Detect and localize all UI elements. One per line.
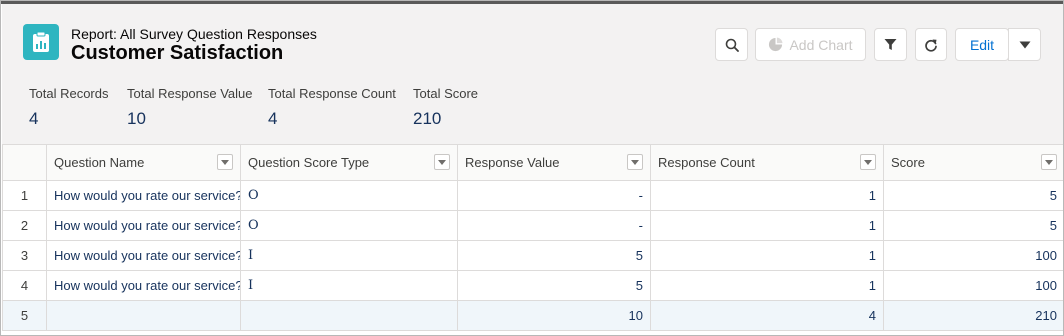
refresh-button[interactable] (915, 28, 947, 61)
cell-question-name (46, 300, 241, 331)
row-number: 4 (2, 270, 47, 301)
page-title: Customer Satisfaction (71, 42, 284, 64)
column-header-label: Response Value (465, 155, 560, 170)
cell-question-name[interactable]: How would you rate our service? (46, 210, 241, 241)
metric-total-records: Total Records 4 (29, 86, 108, 129)
cell-response-count[interactable]: 1 (650, 210, 884, 241)
more-actions-button[interactable] (1008, 28, 1041, 61)
cell-question-score-type (240, 300, 458, 331)
row-number: 1 (2, 180, 47, 211)
column-header-label: Response Count (658, 155, 755, 170)
filter-button[interactable] (874, 28, 907, 61)
search-icon (725, 38, 739, 52)
chevron-down-icon (864, 159, 872, 165)
cell-response-count[interactable]: 1 (650, 240, 884, 271)
column-menu-button[interactable] (1041, 154, 1057, 170)
metric-total-response-value: Total Response Value 10 (127, 86, 253, 129)
chevron-down-icon (1019, 41, 1030, 48)
metric-label: Total Response Value (127, 86, 253, 101)
chevron-down-icon (438, 159, 446, 165)
metric-label: Total Records (29, 86, 109, 101)
report-header: Report: All Survey Question Responses Cu… (2, 4, 1063, 74)
cell-response-value[interactable]: 5 (457, 240, 651, 271)
report-clipboard-icon (23, 24, 59, 60)
cell-total-score: 210 (883, 300, 1063, 331)
chart-icon (769, 37, 783, 52)
cell-response-count[interactable]: 1 (650, 180, 884, 211)
column-header-question-name[interactable]: Question Name (46, 144, 241, 181)
cell-question-name[interactable]: How would you rate our service? (46, 270, 241, 301)
column-header-score[interactable]: Score (883, 144, 1063, 181)
metric-label: Total Response Count (268, 86, 396, 101)
cell-question-score-type[interactable]: O (240, 210, 458, 241)
search-button[interactable] (715, 28, 748, 61)
edit-button[interactable]: Edit (955, 28, 1009, 61)
row-number: 5 (2, 300, 47, 331)
metric-value: 210 (413, 109, 442, 128)
metric-value: 4 (268, 109, 278, 128)
column-menu-button[interactable] (434, 154, 450, 170)
metric-value: 10 (127, 109, 146, 128)
add-chart-button[interactable]: Add Chart (755, 28, 866, 61)
cell-response-value[interactable]: 5 (457, 270, 651, 301)
column-header-response-value[interactable]: Response Value (457, 144, 651, 181)
table-row: 3 How would you rate our service? I 5 1 … (2, 240, 1063, 271)
table-row: 1 How would you rate our service? O - 1 … (2, 180, 1063, 211)
cell-question-score-type[interactable]: I (240, 270, 458, 301)
table-header-row: Question Name Question Score Type Respon… (2, 144, 1063, 181)
refresh-icon (925, 39, 937, 52)
add-chart-label: Add Chart (789, 36, 853, 53)
row-number: 2 (2, 210, 47, 241)
cell-score[interactable]: 5 (883, 210, 1063, 241)
row-number-header (2, 144, 47, 181)
cell-response-value[interactable]: - (457, 180, 651, 211)
metric-label: Total Score (413, 86, 479, 101)
cell-question-name[interactable]: How would you rate our service? (46, 180, 241, 211)
cell-total-response-count: 4 (650, 300, 884, 331)
column-header-response-count[interactable]: Response Count (650, 144, 884, 181)
metric-total-response-count: Total Response Count 4 (268, 86, 396, 129)
column-header-question-score-type[interactable]: Question Score Type (240, 144, 458, 181)
column-menu-button[interactable] (217, 154, 233, 170)
cell-score[interactable]: 100 (883, 270, 1063, 301)
table-row: 4 How would you rate our service? I 5 1 … (2, 270, 1063, 301)
column-header-label: Question Score Type (248, 155, 370, 170)
summary-bar: Total Records 4 Total Response Value 10 … (2, 74, 1063, 144)
column-menu-button[interactable] (627, 154, 643, 170)
table-total-row: 5 10 4 210 (2, 300, 1063, 331)
chevron-down-icon (631, 159, 639, 165)
report-type-label: Report: All Survey Question Responses (71, 26, 317, 42)
cell-question-score-type[interactable]: O (240, 180, 458, 211)
metric-total-score: Total Score 210 (413, 86, 478, 129)
cell-total-response-value: 10 (457, 300, 651, 331)
cell-score[interactable]: 100 (883, 240, 1063, 271)
filter-icon (884, 39, 897, 50)
metric-value: 4 (29, 109, 39, 128)
cell-question-name[interactable]: How would you rate our service? (46, 240, 241, 271)
column-header-label: Question Name (54, 155, 145, 170)
column-header-label: Score (891, 155, 925, 170)
chevron-down-icon (1045, 159, 1053, 165)
cell-score[interactable]: 5 (883, 180, 1063, 211)
report-table: Question Name Question Score Type Respon… (2, 144, 1063, 331)
table-row: 2 How would you rate our service? O - 1 … (2, 210, 1063, 241)
column-menu-button[interactable] (860, 154, 876, 170)
cell-response-value[interactable]: - (457, 210, 651, 241)
cell-question-score-type[interactable]: I (240, 240, 458, 271)
row-number: 3 (2, 240, 47, 271)
report-view: Report: All Survey Question Responses Cu… (0, 0, 1064, 336)
chevron-down-icon (221, 159, 229, 165)
cell-response-count[interactable]: 1 (650, 270, 884, 301)
